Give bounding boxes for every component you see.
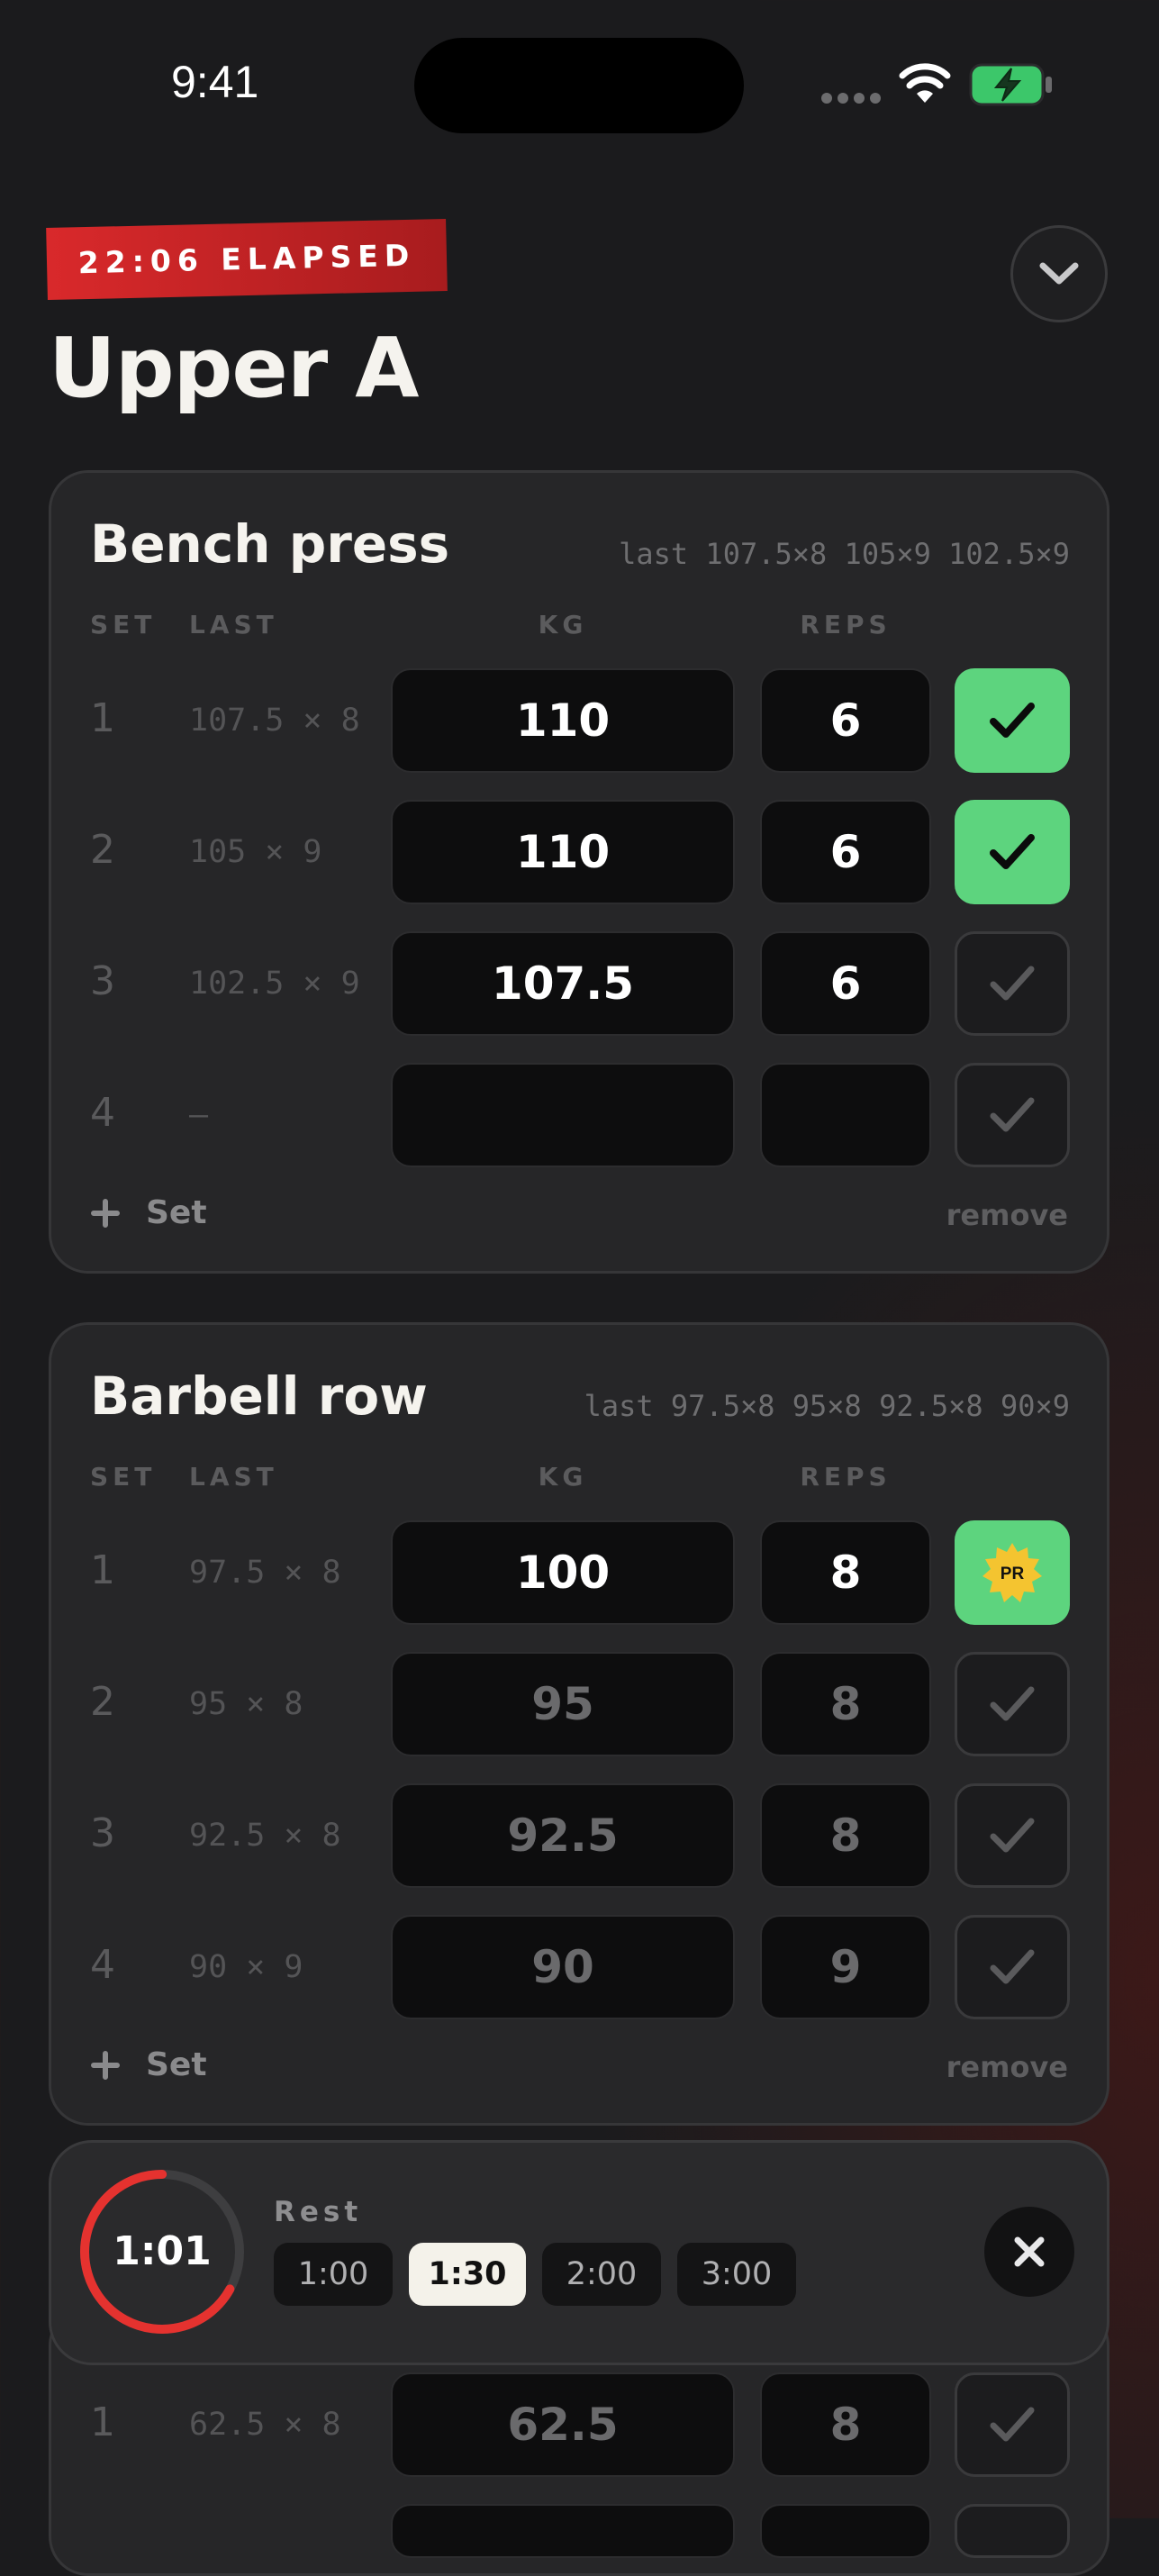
- add-set-label: Set: [146, 2046, 207, 2083]
- status-time: 9:41: [171, 57, 259, 107]
- kg-input[interactable]: [391, 2504, 735, 2558]
- set-number: 1: [90, 1547, 115, 1593]
- rest-preset-1-00[interactable]: 1:00: [274, 2243, 393, 2306]
- remove-set-button[interactable]: remove: [919, 2050, 1068, 2084]
- checkmark-icon: [990, 1949, 1035, 1984]
- kg-input[interactable]: 92.5: [391, 1783, 735, 1888]
- reps-input[interactable]: 6: [760, 800, 931, 904]
- set-number: 1: [90, 695, 115, 741]
- set-number: 2: [90, 1679, 115, 1725]
- last-value: —: [189, 1097, 209, 1133]
- col-header-set: SET: [90, 1462, 157, 1492]
- reps-input[interactable]: 8: [760, 1783, 931, 1888]
- exercise-name[interactable]: Barbell row: [90, 1365, 428, 1427]
- checkmark-icon: [990, 2407, 1035, 2442]
- set-number: 4: [90, 1090, 115, 1136]
- set-complete-button[interactable]: [955, 1652, 1070, 1756]
- add-set-label: Set: [146, 1194, 207, 1231]
- col-header-set: SET: [90, 610, 157, 639]
- cellular-signal-icon: [821, 90, 886, 107]
- elapsed-badge: 22:06 ELAPSED: [77, 237, 416, 281]
- chevron-down-icon: [1039, 262, 1079, 285]
- col-header-kg: KG: [538, 610, 588, 639]
- last-value: 102.5 × 9: [189, 966, 360, 1002]
- reps-input[interactable]: 8: [760, 1520, 931, 1625]
- set-complete-button[interactable]: [955, 800, 1070, 904]
- set-number: 4: [90, 1942, 115, 1988]
- plus-icon: [91, 2050, 120, 2080]
- set-number: 1: [90, 2399, 115, 2445]
- checkmark-icon: [990, 966, 1035, 1001]
- last-value: 90 × 9: [189, 1949, 303, 1985]
- kg-input[interactable]: 110: [391, 668, 735, 773]
- rest-label: Rest: [274, 2196, 363, 2228]
- rest-preset-3-00[interactable]: 3:00: [677, 2243, 796, 2306]
- set-number: 3: [90, 1810, 115, 1856]
- kg-input[interactable]: 100: [391, 1520, 735, 1625]
- rest-countdown: 1:01: [113, 2228, 212, 2274]
- col-header-kg: KG: [538, 1462, 588, 1492]
- kg-input[interactable]: 107.5: [391, 931, 735, 1036]
- last-value: 92.5 × 8: [189, 1818, 341, 1854]
- dismiss-rest-button[interactable]: [984, 2207, 1074, 2297]
- reps-input[interactable]: 8: [760, 1652, 931, 1756]
- kg-input[interactable]: 95: [391, 1652, 735, 1756]
- last-value: 105 × 9: [189, 834, 322, 870]
- set-complete-button[interactable]: PR: [955, 1520, 1070, 1625]
- reps-input[interactable]: [760, 1063, 931, 1167]
- reps-input[interactable]: 6: [760, 668, 931, 773]
- checkmark-icon: [990, 1097, 1035, 1132]
- exercise-name[interactable]: Bench press: [90, 513, 449, 575]
- dynamic-island: [414, 38, 744, 133]
- pr-badge-icon: PR: [982, 1543, 1042, 1602]
- last-value: 62.5 × 8: [189, 2407, 341, 2443]
- pr-badge-text: PR: [1001, 1565, 1025, 1583]
- workout-title: Upper A: [49, 320, 419, 416]
- set-complete-button[interactable]: [955, 1783, 1070, 1888]
- col-header-reps: REPS: [800, 1462, 892, 1492]
- set-complete-button[interactable]: [955, 668, 1070, 773]
- col-header-last: LAST: [189, 1462, 278, 1492]
- set-complete-button[interactable]: [955, 931, 1070, 1036]
- last-value: 107.5 × 8: [189, 703, 360, 739]
- reps-input[interactable]: 9: [760, 1915, 931, 2019]
- rest-preset-2-00[interactable]: 2:00: [542, 2243, 661, 2306]
- plus-icon: [91, 1198, 120, 1228]
- close-icon: [1014, 2236, 1045, 2267]
- add-set-button[interactable]: Set: [90, 2046, 207, 2083]
- checkmark-icon: [990, 1818, 1035, 1853]
- reps-input[interactable]: [760, 2504, 931, 2558]
- set-complete-button[interactable]: [955, 2504, 1070, 2558]
- set-number: 3: [90, 958, 115, 1004]
- reps-input[interactable]: 8: [760, 2372, 931, 2477]
- set-number: 2: [90, 827, 115, 873]
- kg-input[interactable]: 62.5: [391, 2372, 735, 2477]
- wifi-icon: [899, 63, 951, 103]
- kg-input[interactable]: [391, 1063, 735, 1167]
- kg-input[interactable]: 90: [391, 1915, 735, 2019]
- collapse-button[interactable]: [1010, 225, 1108, 322]
- checkmark-icon: [990, 834, 1035, 869]
- set-complete-button[interactable]: [955, 1063, 1070, 1167]
- remove-set-button[interactable]: remove: [919, 1198, 1068, 1232]
- reps-input[interactable]: 6: [760, 931, 931, 1036]
- col-header-last: LAST: [189, 610, 278, 639]
- col-header-reps: REPS: [800, 610, 892, 639]
- add-set-button[interactable]: Set: [90, 1194, 207, 1231]
- set-complete-button[interactable]: [955, 1915, 1070, 2019]
- last-value: 95 × 8: [189, 1686, 303, 1722]
- checkmark-icon: [990, 703, 1035, 738]
- battery-charging-icon: [969, 63, 1052, 106]
- exercise-history: last 97.5×8 95×8 92.5×8 90×9: [584, 1389, 1070, 1423]
- last-value: 97.5 × 8: [189, 1555, 341, 1591]
- exercise-history: last 107.5×8 105×9 102.5×9: [619, 537, 1070, 571]
- rest-preset-1-30[interactable]: 1:30: [409, 2243, 526, 2306]
- checkmark-icon: [990, 1686, 1035, 1721]
- set-complete-button[interactable]: [955, 2372, 1070, 2477]
- kg-input[interactable]: 110: [391, 800, 735, 904]
